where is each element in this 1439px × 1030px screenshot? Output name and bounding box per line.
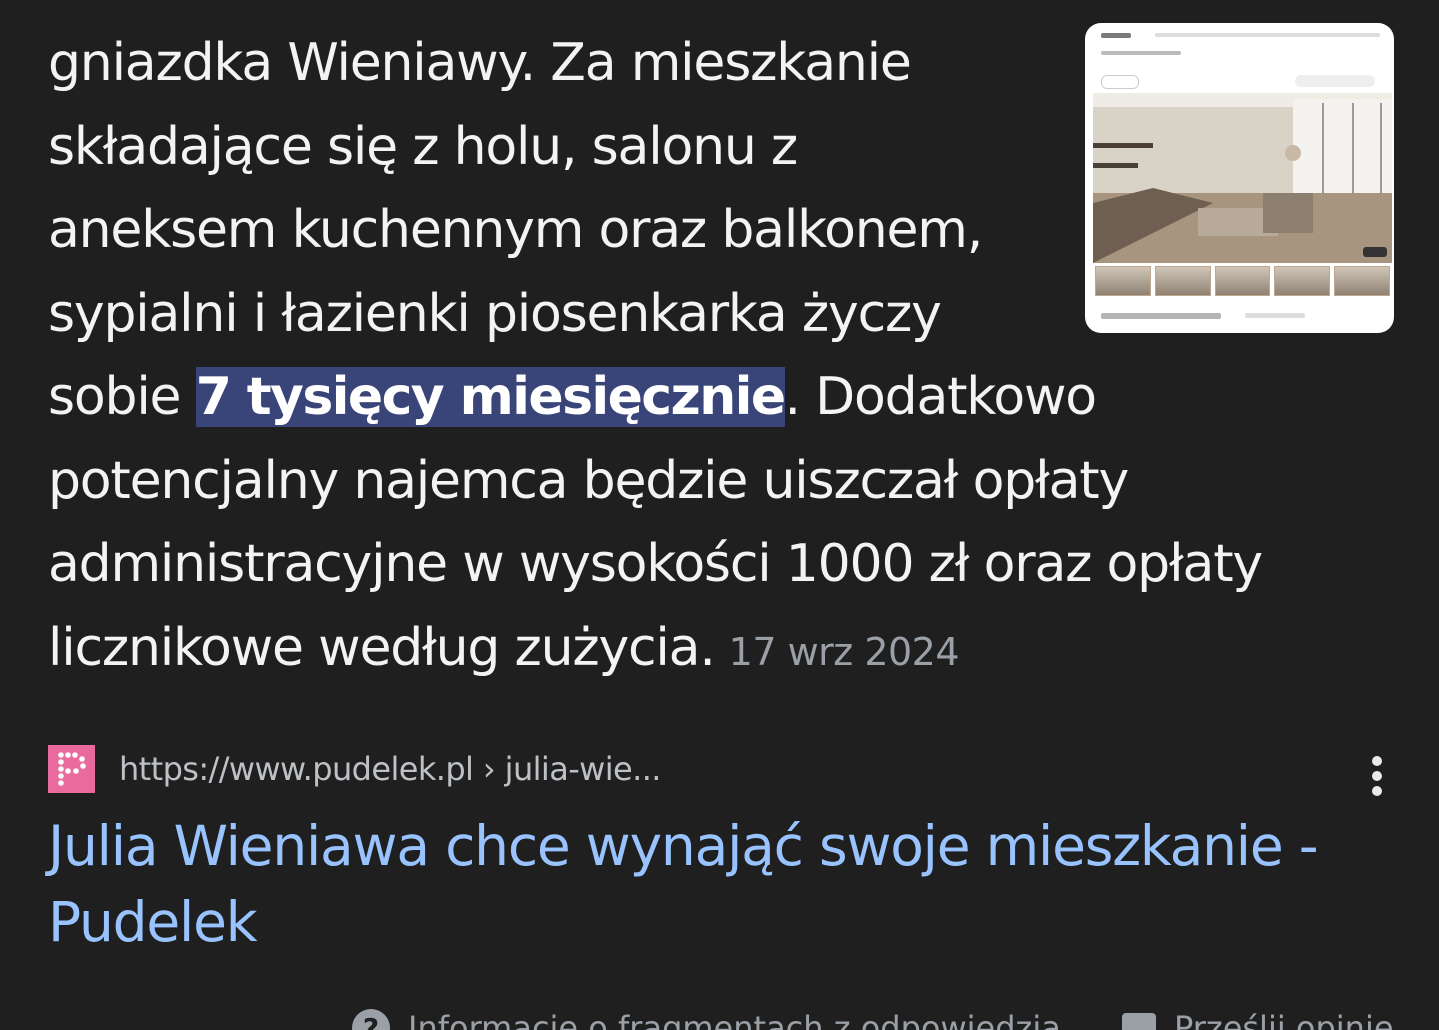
snippet-line: administracyjne w wysokości 1000 zł oraz… bbox=[48, 534, 1263, 594]
help-icon: ? bbox=[352, 1009, 390, 1030]
snippet-info-label: Informacje o fragmentach z odpowiedzią bbox=[408, 1009, 1061, 1030]
more-options-icon[interactable] bbox=[1362, 756, 1392, 796]
thumbnail-actions bbox=[1295, 75, 1375, 87]
feedback-link[interactable]: Prześlij opinię bbox=[1122, 1008, 1394, 1030]
snippet-line: potencjalny najemca będzie uiszczał opła… bbox=[48, 450, 1129, 511]
result-title-line[interactable]: Julia Wieniawa chce wynająć swoje mieszk… bbox=[48, 808, 1388, 884]
result-thumbnail[interactable] bbox=[1085, 23, 1394, 333]
snippet-text: sobie bbox=[48, 367, 196, 427]
thumbnail-nav bbox=[1155, 33, 1380, 37]
snippet-text: . Dodatkowo bbox=[784, 367, 1098, 427]
thumbnail-gallery bbox=[1095, 266, 1390, 296]
thumbnail-meta bbox=[1245, 313, 1305, 318]
snippet-date: 17 wrz 2024 bbox=[728, 629, 960, 674]
snippet-text: licznikowe według zużycia. bbox=[48, 617, 716, 678]
pudelek-logo-icon bbox=[57, 752, 86, 786]
result-url[interactable]: https://www.pudelek.pl › julia-wie... bbox=[119, 750, 661, 788]
snippet-line: sobie 7 tysięcy miesięcznie. Dodatkowo bbox=[48, 356, 1378, 440]
snippet-line: licznikowe według zużycia. 17 wrz 2024 bbox=[48, 607, 1378, 695]
pudelek-favicon bbox=[48, 745, 95, 793]
thumbnail-back-button bbox=[1101, 75, 1139, 89]
feedback-icon bbox=[1122, 1013, 1156, 1030]
result-title-line[interactable]: Pudelek bbox=[48, 884, 1388, 960]
result-title-link[interactable]: Julia Wieniawa chce wynająć swoje mieszk… bbox=[48, 808, 1388, 960]
apartment-photo bbox=[1093, 93, 1392, 263]
highlighted-answer: 7 tysięcy miesięcznie bbox=[195, 367, 786, 427]
feedback-label: Prześlij opinię bbox=[1174, 1009, 1394, 1030]
snippet-info-link[interactable]: ? Informacje o fragmentach z odpowiedzią bbox=[352, 1008, 1061, 1030]
thumbnail-price bbox=[1101, 313, 1221, 319]
thumbnail-breadcrumb bbox=[1101, 51, 1181, 55]
result-source[interactable]: https://www.pudelek.pl › julia-wie... bbox=[48, 745, 661, 793]
thumbnail-logo bbox=[1101, 33, 1131, 38]
